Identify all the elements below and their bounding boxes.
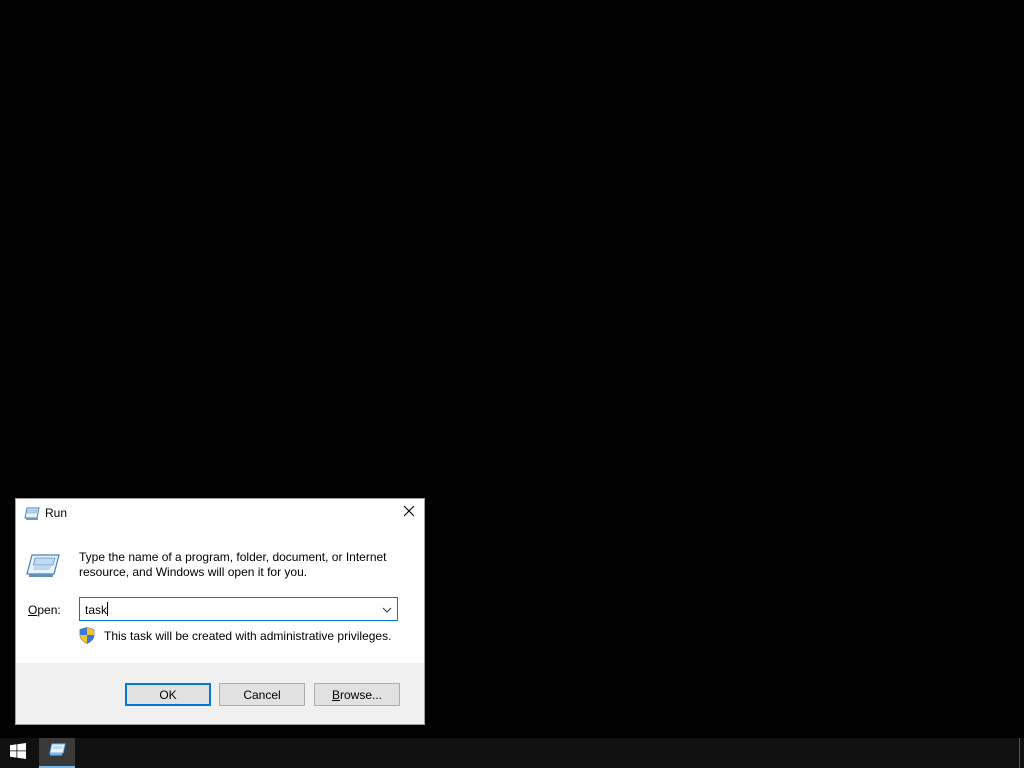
run-description: Type the name of a program, folder, docu… (79, 550, 387, 579)
taskbar-run-button[interactable] (39, 738, 75, 768)
open-label: Open: (28, 603, 61, 617)
titlebar[interactable]: Run (16, 499, 424, 529)
run-icon (26, 553, 60, 579)
close-icon (403, 504, 415, 522)
open-input[interactable]: task (85, 602, 109, 617)
open-input-value: task (85, 603, 108, 617)
browse-button[interactable]: Browse... (314, 683, 400, 706)
show-desktop-button[interactable] (1019, 738, 1024, 768)
start-button[interactable] (0, 738, 36, 768)
run-icon (48, 743, 66, 762)
run-icon (24, 507, 40, 521)
browse-accel: B (331, 687, 340, 702)
chevron-down-icon (382, 600, 392, 618)
dropdown-button[interactable] (378, 598, 395, 620)
uac-shield-icon (79, 627, 95, 644)
browse-rest: rowse... (340, 687, 383, 702)
open-combobox[interactable]: task (79, 597, 398, 621)
open-label-accel: O (28, 603, 38, 617)
text-cursor (107, 602, 109, 616)
open-label-rest: pen: (37, 603, 61, 617)
dialog-footer: OK Cancel Browse... (16, 663, 424, 724)
run-dialog: Run Type the name of a program, folder, … (15, 498, 425, 725)
dialog-body: Type the name of a program, folder, docu… (16, 529, 424, 663)
dialog-title: Run (45, 506, 68, 520)
ok-button[interactable]: OK (125, 683, 211, 706)
cancel-button[interactable]: Cancel (219, 683, 305, 706)
taskbar (0, 738, 1024, 768)
close-button[interactable] (394, 499, 424, 527)
windows-logo-icon (10, 742, 26, 764)
admin-privileges-note: This task will be created with administr… (104, 629, 392, 643)
